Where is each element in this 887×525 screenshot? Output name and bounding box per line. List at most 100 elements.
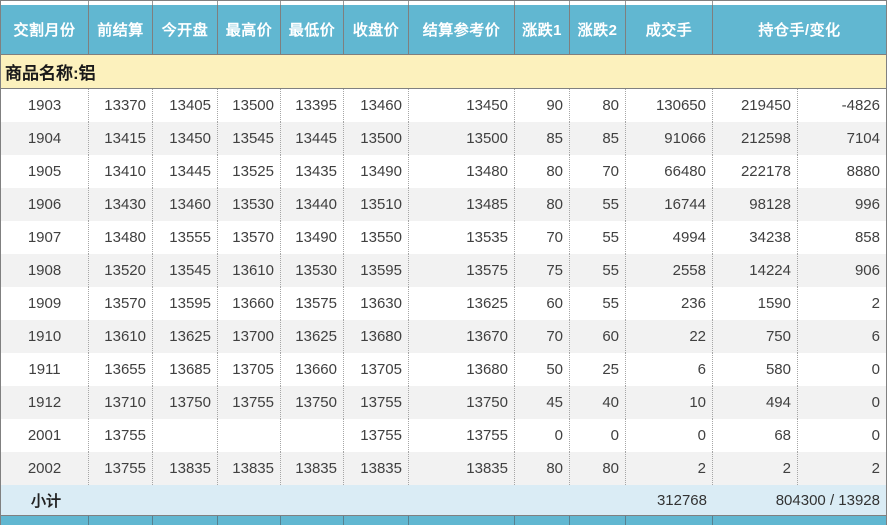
cell-close: 13460 <box>344 89 409 122</box>
column-header-low: 最低价 <box>281 5 344 54</box>
cell-high: 13700 <box>218 320 281 353</box>
cell-settlement-ref: 13680 <box>409 353 515 386</box>
table-row-1906: 1906 13430 13460 13530 13440 13510 13485 80 55 16… <box>1 188 886 221</box>
cell-change2: 55 <box>570 287 626 320</box>
cell-close: 13500 <box>344 122 409 155</box>
cell-settlement-ref: 13625 <box>409 287 515 320</box>
cell-settlement-ref: 13480 <box>409 155 515 188</box>
bottom-sliver-cell <box>218 516 281 525</box>
cell-month: 1910 <box>1 320 89 353</box>
cell-change1: 80 <box>515 452 570 485</box>
column-header-open-interest: 持仓手/变化 <box>758 22 841 39</box>
subtotal-open-interest: 804300 / 13928 <box>775 491 880 509</box>
cell-high <box>218 419 281 452</box>
cell-open-interest: 1590 <box>713 287 798 320</box>
cell-oi-change: 0 <box>871 394 880 411</box>
bottom-sliver-cell <box>570 516 626 525</box>
cell-oi-change: 858 <box>854 229 880 246</box>
cell-open-interest: 212598 <box>713 122 798 155</box>
cell-change2: 85 <box>570 122 626 155</box>
cell-month: 1908 <box>1 254 89 287</box>
cell-prev-settlement: 13430 <box>89 188 153 221</box>
cell-change2: 55 <box>570 221 626 254</box>
cell-low: 13835 <box>281 452 344 485</box>
cell-prev-settlement: 13370 <box>89 89 153 122</box>
bottom-sliver-cell <box>713 516 886 525</box>
cell-volume: 10 <box>626 386 713 419</box>
column-header-prev-settlement: 前结算 <box>89 5 153 54</box>
cell-low: 13445 <box>281 122 344 155</box>
cell-high: 13570 <box>218 221 281 254</box>
table-row-1909: 1909 13570 13595 13660 13575 13630 13625 60 55 23… <box>1 287 886 320</box>
cell-close: 13835 <box>344 452 409 485</box>
cell-month: 1904 <box>1 122 89 155</box>
cell-settlement-ref: 13450 <box>409 89 515 122</box>
table-row-1911: 1911 13655 13685 13705 13660 13705 13680 50 25 6 5… <box>1 353 886 386</box>
table-row-1908: 1908 13520 13545 13610 13530 13595 13575 75 55 25… <box>1 254 886 287</box>
cell-low: 13530 <box>281 254 344 287</box>
subtotal-label: 小计 <box>31 492 62 510</box>
cell-month: 1903 <box>1 89 89 122</box>
cell-high: 13755 <box>218 386 281 419</box>
product-name-label: 商品名称:铝 <box>5 64 96 83</box>
cell-volume: 4994 <box>626 221 713 254</box>
cell-oi-change: -4826 <box>841 97 880 114</box>
cell-change1: 50 <box>515 353 570 386</box>
bottom-sliver-cell <box>409 516 515 525</box>
cell-month: 1911 <box>1 353 89 386</box>
cell-high: 13545 <box>218 122 281 155</box>
cell-oi-change: 6 <box>871 328 880 345</box>
cell-prev-settlement: 13480 <box>89 221 153 254</box>
cell-oi-change: 906 <box>854 262 880 279</box>
cell-open: 13685 <box>153 353 218 386</box>
cell-change2: 55 <box>570 188 626 221</box>
cell-open: 13835 <box>153 452 218 485</box>
cell-low: 13395 <box>281 89 344 122</box>
cell-open-interest: 14224 <box>713 254 798 287</box>
cell-open: 13625 <box>153 320 218 353</box>
cell-low <box>281 419 344 452</box>
cell-open: 13545 <box>153 254 218 287</box>
cell-open-interest: 494 <box>713 386 798 419</box>
product-name-row: 商品名称:铝 <box>1 55 886 89</box>
cell-open: 13750 <box>153 386 218 419</box>
cell-prev-settlement: 13755 <box>89 419 153 452</box>
cell-volume: 2 <box>626 452 713 485</box>
cell-prev-settlement: 13415 <box>89 122 153 155</box>
cell-change1: 45 <box>515 386 570 419</box>
cell-prev-settlement: 13520 <box>89 254 153 287</box>
subtotal-volume: 312768 <box>656 491 707 509</box>
cell-volume: 22 <box>626 320 713 353</box>
cell-month: 2001 <box>1 419 89 452</box>
bottom-sliver-cell <box>153 516 218 525</box>
cell-settlement-ref: 13500 <box>409 122 515 155</box>
cell-change2: 80 <box>570 452 626 485</box>
cell-settlement-ref: 13755 <box>409 419 515 452</box>
table-row-2002: 2002 13755 13835 13835 13835 13835 13835 80 80 2 2… <box>1 452 886 485</box>
cell-prev-settlement: 13410 <box>89 155 153 188</box>
cell-month: 1909 <box>1 287 89 320</box>
cell-change1: 0 <box>515 419 570 452</box>
cell-volume: 91066 <box>626 122 713 155</box>
cell-volume: 130650 <box>626 89 713 122</box>
cell-change2: 70 <box>570 155 626 188</box>
cell-high: 13835 <box>218 452 281 485</box>
bottom-sliver-cell <box>1 516 89 525</box>
cell-open: 13445 <box>153 155 218 188</box>
cell-change2: 60 <box>570 320 626 353</box>
table-body: 1903 13370 13405 13500 13395 13460 13450 90 80 13… <box>1 89 886 485</box>
table-row-2001: 2001 13755 13755 13755 0 0 0 68 0 <box>1 419 886 452</box>
cell-volume: 2558 <box>626 254 713 287</box>
cell-high: 13610 <box>218 254 281 287</box>
cell-month: 1912 <box>1 386 89 419</box>
cell-open: 13405 <box>153 89 218 122</box>
cell-close: 13490 <box>344 155 409 188</box>
column-header-close: 收盘价 <box>344 5 409 54</box>
column-header-open: 今开盘 <box>153 5 218 54</box>
cell-low: 13660 <box>281 353 344 386</box>
table-row-1903: 1903 13370 13405 13500 13395 13460 13450 90 80 13… <box>1 89 886 122</box>
cell-low: 13750 <box>281 386 344 419</box>
cell-low: 13575 <box>281 287 344 320</box>
cell-open-interest: 34238 <box>713 221 798 254</box>
cell-open: 13555 <box>153 221 218 254</box>
